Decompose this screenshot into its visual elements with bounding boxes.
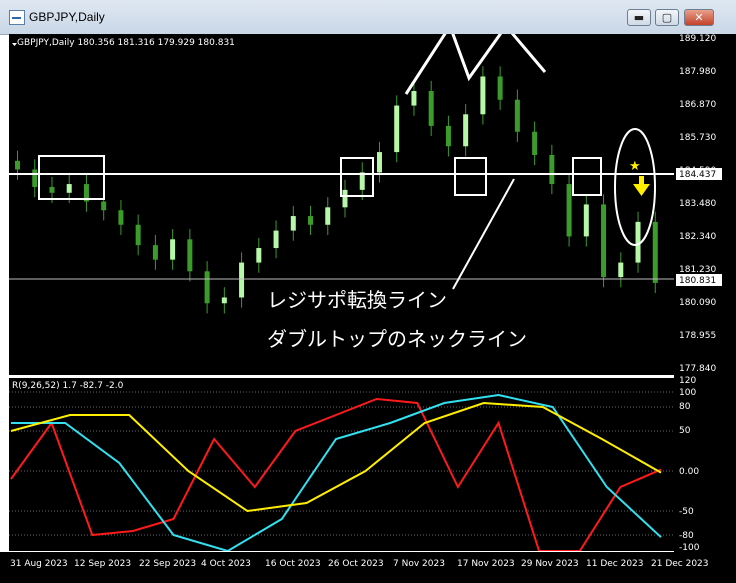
indicator-tick: -100 <box>679 543 700 552</box>
candle-body <box>428 91 434 126</box>
candle-body <box>239 262 245 298</box>
price-tick: 178.955 <box>679 331 716 341</box>
highlight-box <box>454 157 487 196</box>
candle-body <box>49 186 55 193</box>
highlight-boxes <box>38 128 656 246</box>
down-arrow-icon <box>633 176 650 196</box>
time-axis[interactable]: 31 Aug 2023 12 Sep 2023 22 Sep 2023 4 Oc… <box>0 552 736 583</box>
indicator-tick: 80 <box>679 402 691 412</box>
indicator-tick: 100 <box>679 388 696 398</box>
price-tick: 177.840 <box>679 364 716 374</box>
maximize-button[interactable]: ▢ <box>655 9 679 26</box>
line-price-label: 184.437 <box>679 170 716 180</box>
candle-body <box>394 105 400 153</box>
candle-body <box>376 152 382 173</box>
price-tick: 183.480 <box>679 199 716 209</box>
candle-body <box>256 248 262 263</box>
indicator-line-yellow <box>10 401 662 513</box>
candle-body <box>583 204 589 237</box>
minimize-button[interactable]: ▬ <box>627 9 651 26</box>
indicator-tick: -50 <box>679 507 694 517</box>
candle-body <box>15 160 20 170</box>
time-tick: 11 Dec 2023 <box>586 559 644 569</box>
price-tick: 186.870 <box>679 100 716 110</box>
candle-body <box>342 189 348 208</box>
indicator-pane[interactable]: R(9,26,52) 1.7 -82.7 -2.0 <box>9 378 674 551</box>
candle-body <box>152 245 158 260</box>
candle-body <box>308 216 314 225</box>
highlight-box <box>572 157 602 196</box>
candle-body <box>290 216 296 231</box>
time-tick: 31 Aug 2023 <box>10 559 68 569</box>
window-title: GBPJPY,Daily <box>29 10 105 24</box>
candle-body <box>463 114 469 147</box>
candle-body <box>411 91 417 106</box>
time-tick: 4 Oct 2023 <box>201 559 251 569</box>
candle-body <box>601 204 607 278</box>
price-chart[interactable]: GBPJPY,Daily 180.356 181.316 179.929 180… <box>9 34 674 375</box>
candle-body <box>480 76 486 115</box>
candle-body <box>532 131 538 155</box>
indicator-tick: 50 <box>679 426 691 436</box>
close-button[interactable]: ✕ <box>684 9 714 26</box>
price-scale-svg: 189.120 187.980 186.870 185.730 184.590 … <box>676 34 722 552</box>
time-tick: 12 Sep 2023 <box>74 559 131 569</box>
candle-body <box>445 125 451 147</box>
price-tick: 189.120 <box>679 34 716 44</box>
indicator-header: R(9,26,52) 1.7 -82.7 -2.0 <box>12 381 124 391</box>
candle-body <box>514 99 520 132</box>
candle-body <box>221 297 227 304</box>
time-tick: 29 Nov 2023 <box>521 559 579 569</box>
candle-body <box>359 172 365 190</box>
chart-window-icon <box>9 10 25 25</box>
double-top-drawing <box>404 34 547 95</box>
candle-body <box>325 207 331 225</box>
candle-body <box>566 184 572 237</box>
price-scale[interactable]: 189.120 187.980 186.870 185.730 184.590 … <box>674 34 736 552</box>
current-price-label: 180.831 <box>679 276 716 286</box>
candle-body <box>135 224 141 246</box>
candle-body <box>66 184 72 193</box>
candlesticks <box>15 66 658 314</box>
annotation-line1: レジサポ転換ライン <box>267 288 447 312</box>
price-tick: 182.340 <box>679 232 716 242</box>
time-axis-svg: 31 Aug 2023 12 Sep 2023 22 Sep 2023 4 Oc… <box>10 559 709 569</box>
time-tick: 22 Sep 2023 <box>139 559 196 569</box>
candle-body <box>273 230 279 249</box>
indicator-tick: 120 <box>679 376 696 386</box>
candle-body <box>652 221 658 283</box>
price-chart-svg: GBPJPY,Daily 180.356 181.316 179.929 180… <box>9 34 674 351</box>
candle-body <box>170 239 176 260</box>
candle-body <box>118 210 124 225</box>
highlight-ellipse <box>614 128 656 246</box>
annotation-line2: ダブルトップのネックライン <box>267 327 527 351</box>
candle-body <box>618 262 624 278</box>
price-tick: 180.090 <box>679 298 716 308</box>
star-icon: ★ <box>629 159 641 174</box>
chart-header: GBPJPY,Daily 180.356 181.316 179.929 180… <box>17 38 235 48</box>
window-titlebar[interactable]: GBPJPY,Daily ▬ ▢ ✕ <box>0 0 736 35</box>
indicator-svg: R(9,26,52) 1.7 -82.7 -2.0 <box>9 381 674 551</box>
time-tick: 16 Oct 2023 <box>265 559 321 569</box>
price-tick: 187.980 <box>679 67 716 77</box>
time-tick: 21 Dec 2023 <box>651 559 709 569</box>
price-tick: 185.730 <box>679 133 716 143</box>
candle-body <box>204 271 210 304</box>
candle-body <box>187 239 193 272</box>
candle-body <box>635 221 641 263</box>
price-tick: 181.230 <box>679 265 716 275</box>
indicator-tick: 0.00 <box>679 467 699 477</box>
time-tick: 26 Oct 2023 <box>328 559 384 569</box>
indicator-tick: -80 <box>679 531 694 541</box>
candle-body <box>497 76 503 100</box>
candle-body <box>32 169 38 187</box>
candle-body <box>101 201 107 211</box>
time-tick: 17 Nov 2023 <box>457 559 515 569</box>
time-tick: 7 Nov 2023 <box>393 559 445 569</box>
candle-body <box>549 154 555 185</box>
